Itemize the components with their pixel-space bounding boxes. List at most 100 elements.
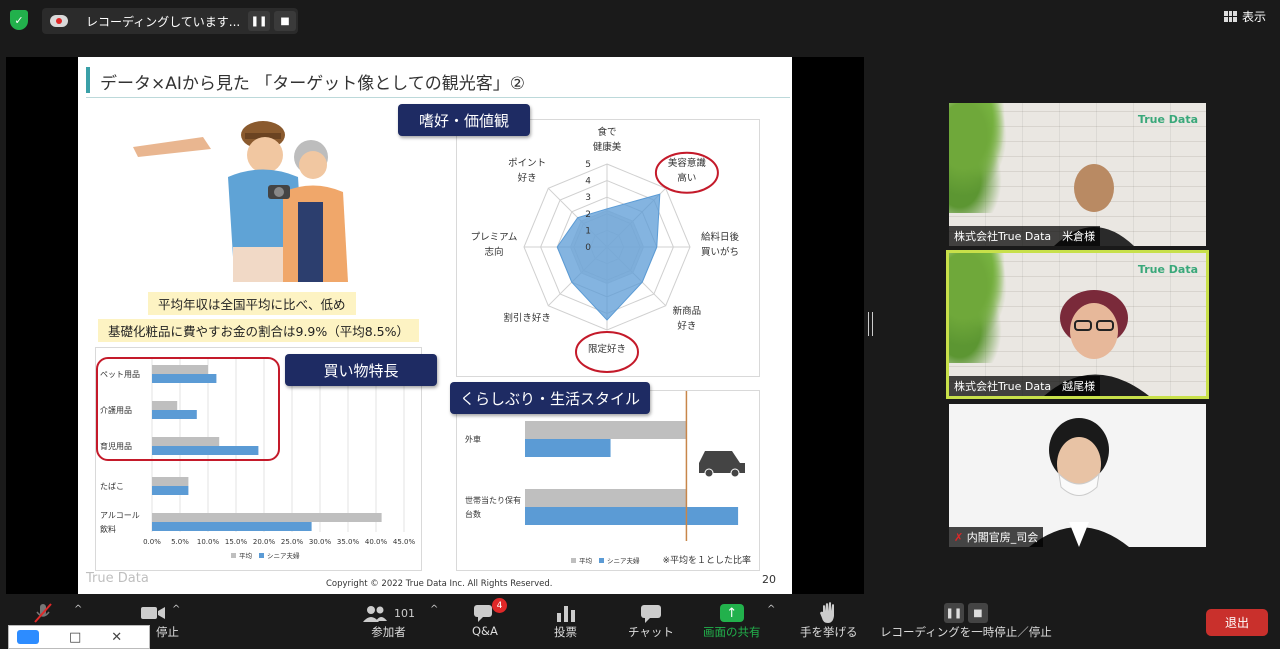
- participant-name: ✗ 内閣官房_司会: [949, 527, 1044, 547]
- chart-note: ※平均を１とした比率: [662, 554, 751, 566]
- poll-label: 投票: [554, 625, 577, 639]
- pause-icon[interactable]: ❚❚: [943, 603, 964, 623]
- zoom-logo-icon: [17, 630, 39, 644]
- radar-axis-label: 新商品: [673, 305, 702, 317]
- recording-controls[interactable]: ❚❚ ■ レコーディングを一時停止／停止: [880, 602, 1052, 640]
- qa-label: Q&A: [472, 624, 498, 638]
- x-tick-label: 30.0%: [309, 538, 332, 546]
- legend-label: 平均: [239, 551, 253, 560]
- radar-axis-label: 志向: [484, 246, 503, 258]
- title-divider: [86, 97, 790, 98]
- radar-tick-label: 2: [585, 210, 591, 220]
- radar-tick-label: 0: [585, 243, 591, 253]
- shopping-label: 買い物特長: [285, 354, 437, 386]
- radar-axis-label: 限定好き: [588, 343, 626, 355]
- car-icon: [699, 451, 745, 478]
- legend-label: 平均: [579, 556, 593, 565]
- view-label: 表示: [1241, 10, 1266, 24]
- bar-senior: [152, 522, 312, 531]
- leave-meeting-button[interactable]: 退出: [1206, 609, 1268, 636]
- radar-axis-label: 割引き好き: [503, 312, 551, 324]
- recording-status-text: レコーディングしています...: [86, 14, 241, 29]
- presentation-slide: データ×AIから見た 「ターゲット像としての観光客」② 平均年収は全国平均に比べ…: [78, 57, 792, 594]
- raise-hand-button[interactable]: 手を挙げる: [800, 602, 858, 640]
- bar-senior: [152, 486, 189, 495]
- mute-button[interactable]: [32, 602, 54, 624]
- legend-label: シニア夫婦: [607, 556, 640, 565]
- video-options-caret[interactable]: ^: [172, 604, 180, 615]
- radar-chart-panel: 0 1 2 3 4 5 食で 健康美 美容意識 高い 給料日後 買いがち 新商品 好き 限定好き 割引き好きプ…: [456, 119, 760, 377]
- chat-button[interactable]: チャット: [628, 602, 674, 640]
- recording-controls-label: レコーディングを一時停止／停止: [880, 625, 1052, 639]
- share-screen-label: 画面の共有: [703, 625, 761, 639]
- category-label: たばこ: [100, 482, 124, 491]
- share-screen-button[interactable]: ↑ 画面の共有: [703, 602, 761, 640]
- bar-average: [152, 477, 189, 486]
- radar-axis-label: 好き: [677, 320, 696, 332]
- x-tick-label: 40.0%: [365, 538, 388, 546]
- category-label: 外車: [465, 434, 481, 444]
- audio-options-caret[interactable]: ^: [74, 604, 82, 615]
- recording-indicator: レコーディングしています... ❚❚ ■: [42, 8, 298, 34]
- qa-icon: 4: [473, 598, 507, 624]
- legend-swatch: [599, 558, 604, 563]
- radar-chart: 012345食で健康美美容意識高い給料日後買いがち新商品好き限定好き割引き好きプ…: [471, 126, 739, 373]
- lifestyle-chart-panel: 外車 世帯当たり保有 台数 平均 シニア夫婦 ※平均を１とした比率: [456, 386, 760, 571]
- raise-hand-label: 手を挙げる: [800, 625, 858, 639]
- muted-microphone-icon: [32, 602, 54, 624]
- legend-label: シニア夫婦: [267, 551, 300, 560]
- x-tick-label: 10.0%: [197, 538, 220, 546]
- radar-axis-label: プレミアム: [471, 232, 518, 243]
- close-icon[interactable]: ✕: [111, 630, 122, 645]
- pause-recording-button[interactable]: ❚❚: [248, 11, 270, 31]
- participants-button[interactable]: 101 参加者: [362, 602, 415, 640]
- x-tick-label: 45.0%: [393, 538, 416, 546]
- shared-screen: データ×AIから見た 「ターゲット像としての観光客」② 平均年収は全国平均に比べ…: [6, 57, 864, 594]
- share-options-caret[interactable]: ^: [767, 604, 775, 615]
- participants-icon: 101: [362, 602, 415, 624]
- grid-view-icon: [1223, 11, 1237, 22]
- lifestyle-label: くらしぶり・生活スタイル: [450, 382, 650, 414]
- poll-button[interactable]: 投票: [554, 602, 577, 640]
- cloud-record-icon: [50, 15, 68, 27]
- radar-axis-label: ポイント: [508, 158, 546, 169]
- security-shield-icon[interactable]: ✓: [10, 10, 28, 30]
- slide-title: データ×AIから見た 「ターゲット像としての観光客」②: [100, 74, 526, 94]
- bar-average: [525, 489, 687, 507]
- bar-senior: [525, 507, 739, 525]
- truedata-logo: True Data: [1137, 113, 1198, 126]
- category-label: 台数: [465, 509, 481, 519]
- chat-label: チャット: [628, 625, 674, 639]
- income-note: 平均年収は全国平均に比べ、低め: [148, 292, 356, 315]
- muted-mic-icon: ✗: [954, 531, 964, 544]
- meeting-toolbar: ^ 停止 ^ 101 参加者 ^ 4 Q&A 投票 チャット ↑ 画面の共有 ^…: [0, 594, 1280, 649]
- panel-splitter-handle[interactable]: [868, 312, 873, 336]
- restore-icon[interactable]: □: [69, 630, 81, 645]
- minimized-window-controls: □ ✕: [8, 625, 150, 649]
- radar-axis-label: 健康美: [593, 141, 622, 153]
- video-tile[interactable]: ✗ 内閣官房_司会: [949, 404, 1206, 547]
- plant-decor: [949, 253, 1019, 363]
- legend-swatch: [259, 553, 264, 558]
- participant-name: 株式会社True Data 越尾様: [949, 376, 1101, 396]
- stop-icon[interactable]: ■: [967, 603, 988, 623]
- participant-avatar: [1029, 418, 1129, 547]
- category-label: 飲料: [100, 524, 116, 534]
- qa-badge: 4: [491, 598, 507, 613]
- video-tile[interactable]: True Data 株式会社True Data 米倉様: [949, 103, 1206, 246]
- title-accent-bar: [86, 67, 90, 93]
- legend-swatch: [231, 553, 236, 558]
- highlight-box: [96, 357, 280, 461]
- active-speaker-tile[interactable]: True Data 株式会社True Data 越尾様: [946, 250, 1209, 399]
- lifestyle-bar-chart: 外車世帯当たり保有台数平均 シニア夫婦 ※平均を１とした比率: [465, 386, 751, 566]
- qa-button[interactable]: 4 Q&A: [472, 598, 507, 638]
- participants-count: 101: [394, 606, 415, 620]
- radar-axis-label: 高い: [677, 172, 696, 184]
- chat-bubble-icon: [639, 602, 663, 624]
- x-tick-label: 15.0%: [225, 538, 248, 546]
- stop-recording-button[interactable]: ■: [274, 11, 296, 31]
- view-button[interactable]: 表示: [1223, 8, 1266, 25]
- participants-options-caret[interactable]: ^: [430, 604, 438, 615]
- x-tick-label: 0.0%: [143, 538, 161, 546]
- radar-tick-label: 3: [585, 193, 591, 203]
